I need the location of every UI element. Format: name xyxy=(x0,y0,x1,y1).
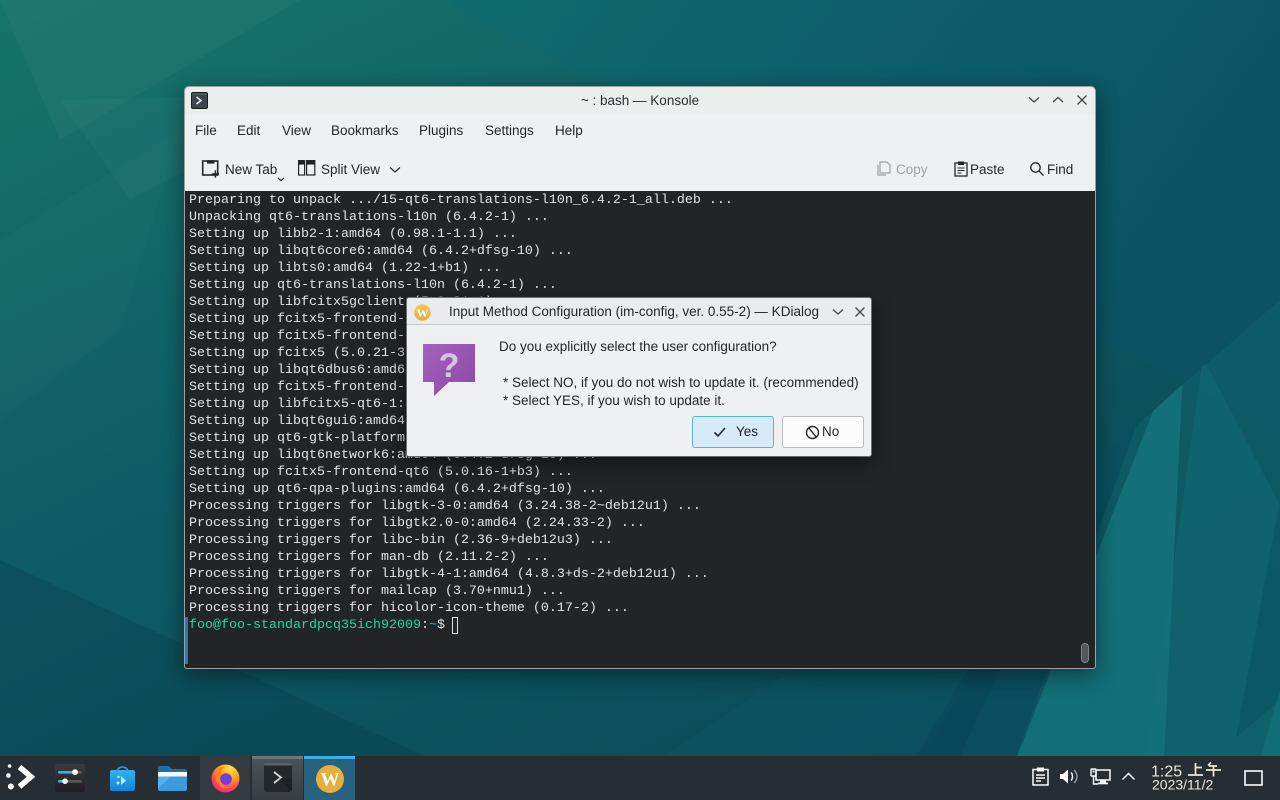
svg-text:?: ? xyxy=(439,347,460,385)
svg-text:W: W xyxy=(417,306,429,320)
svg-text:W: W xyxy=(321,770,340,791)
svg-text:2023/11/2: 2023/11/2 xyxy=(1152,777,1213,793)
